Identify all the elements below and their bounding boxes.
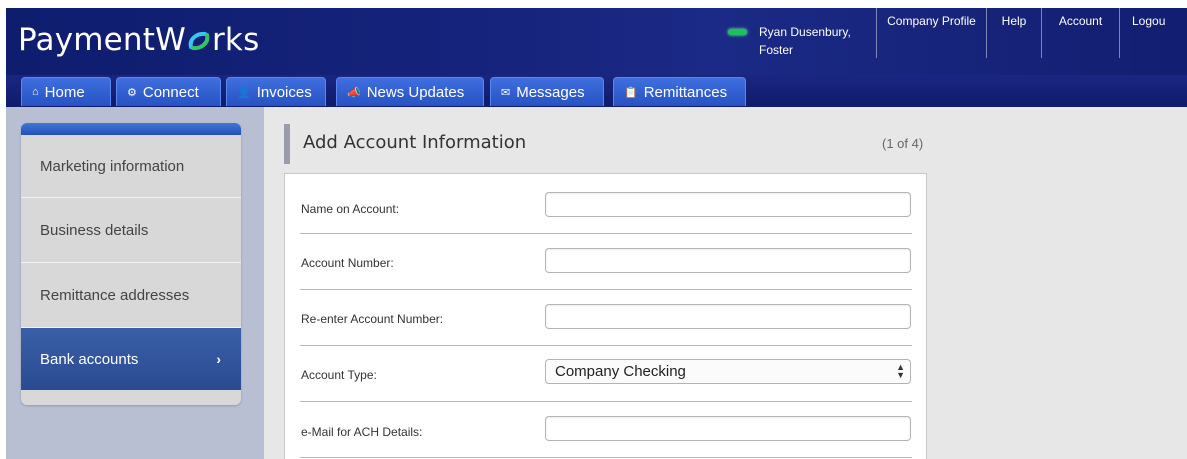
tab-remittances[interactable]: 📋 Remittances xyxy=(613,77,746,106)
top-links: Company Profile Help Account Logou xyxy=(876,8,1187,58)
sidebar-item-marketing-information[interactable]: Marketing information xyxy=(21,135,241,198)
company-profile-link[interactable]: Company Profile xyxy=(876,8,986,58)
logo-text-left: Payment xyxy=(18,22,156,58)
sidebar-item-business-details[interactable]: Business details xyxy=(21,198,241,263)
form-row-account-type: Account Type: Company Checking ▲ ▼ xyxy=(300,346,912,402)
tab-remittances-label: Remittances xyxy=(643,83,728,101)
tab-connect[interactable]: ⚙ Connect xyxy=(116,77,221,106)
logo-text-w: W xyxy=(155,22,186,58)
clipboard-icon: 📋 xyxy=(624,86,638,99)
select-arrows-icon: ▲ ▼ xyxy=(896,362,905,380)
reenter-account-number-label: Re-enter Account Number: xyxy=(301,312,444,326)
tab-news-updates-label: News Updates xyxy=(366,83,465,101)
tab-messages-label: Messages xyxy=(516,83,585,101)
step-sidebar: Marketing information Business details R… xyxy=(21,123,241,405)
account-form: Name on Account: Account Number: Re-ente… xyxy=(284,173,927,459)
form-row-account-number: Account Number: xyxy=(300,234,912,290)
user-info[interactable]: Ryan Dusenbury, Foster xyxy=(728,23,869,59)
help-link[interactable]: Help xyxy=(986,8,1041,58)
user-name: Ryan Dusenbury, Foster xyxy=(759,23,869,59)
status-indicator-icon xyxy=(728,29,747,35)
tab-connect-label: Connect xyxy=(142,83,199,101)
sidebar-item-label: Remittance addresses xyxy=(40,286,190,304)
tab-invoices[interactable]: 👤 Invoices xyxy=(226,77,326,106)
name-on-account-input[interactable] xyxy=(545,192,911,217)
sidebar-topbar xyxy=(21,123,241,135)
gear-icon: ⚙ xyxy=(127,86,137,99)
title-accent-bar xyxy=(284,124,290,164)
form-row-email-ach: e-Mail for ACH Details: xyxy=(300,402,912,458)
logout-link[interactable]: Logou xyxy=(1119,8,1187,58)
tab-messages[interactable]: ✉ Messages xyxy=(490,77,604,106)
person-icon: 👤 xyxy=(237,86,251,99)
main-nav: ⌂ Home ⚙ Connect 👤 Invoices 📣 News Updat… xyxy=(6,75,1187,107)
user-name-line1: Ryan Dusenbury, xyxy=(759,25,851,39)
home-icon: ⌂ xyxy=(32,86,39,98)
reenter-account-number-input[interactable] xyxy=(545,304,911,329)
tab-invoices-label: Invoices xyxy=(256,83,312,101)
account-type-label: Account Type: xyxy=(301,368,377,382)
account-type-value: Company Checking xyxy=(555,363,686,380)
sidebar-item-label: Marketing information xyxy=(40,157,185,175)
tab-home[interactable]: ⌂ Home xyxy=(21,77,111,106)
sidebar-item-bank-accounts[interactable]: Bank accounts › xyxy=(21,328,241,390)
logo-swirl-icon xyxy=(188,31,210,51)
sidebar-item-label: Business details xyxy=(40,221,149,239)
form-row-reenter-account-number: Re-enter Account Number: xyxy=(300,290,912,346)
envelope-icon: ✉ xyxy=(501,86,511,99)
app-header: Payment W rks Ryan Dusenbury, Foster Comp… xyxy=(6,8,1187,75)
chevron-right-icon: › xyxy=(216,351,221,367)
account-number-label: Account Number: xyxy=(301,256,394,270)
tab-home-label: Home xyxy=(44,83,85,101)
step-indicator: (1 of 4) xyxy=(882,136,924,151)
account-number-input[interactable] xyxy=(545,248,911,273)
user-name-line2: Foster xyxy=(759,43,794,57)
account-type-select[interactable]: Company Checking ▲ ▼ xyxy=(545,359,911,384)
sidebar-item-remittance-addresses[interactable]: Remittance addresses xyxy=(21,263,241,328)
sidebar-item-label: Bank accounts xyxy=(40,350,139,368)
megaphone-icon: 📣 xyxy=(347,86,361,99)
page-title: Add Account Information xyxy=(303,132,527,153)
form-row-name-on-account: Name on Account: xyxy=(300,178,912,234)
account-link[interactable]: Account xyxy=(1041,8,1119,58)
tab-news-updates[interactable]: 📣 News Updates xyxy=(336,77,484,106)
paymentworks-logo[interactable]: Payment W rks xyxy=(18,18,259,62)
name-on-account-label: Name on Account: xyxy=(301,202,400,216)
logo-text-right: rks xyxy=(211,22,260,58)
email-ach-input[interactable] xyxy=(545,416,911,441)
email-ach-label: e-Mail for ACH Details: xyxy=(301,425,423,439)
